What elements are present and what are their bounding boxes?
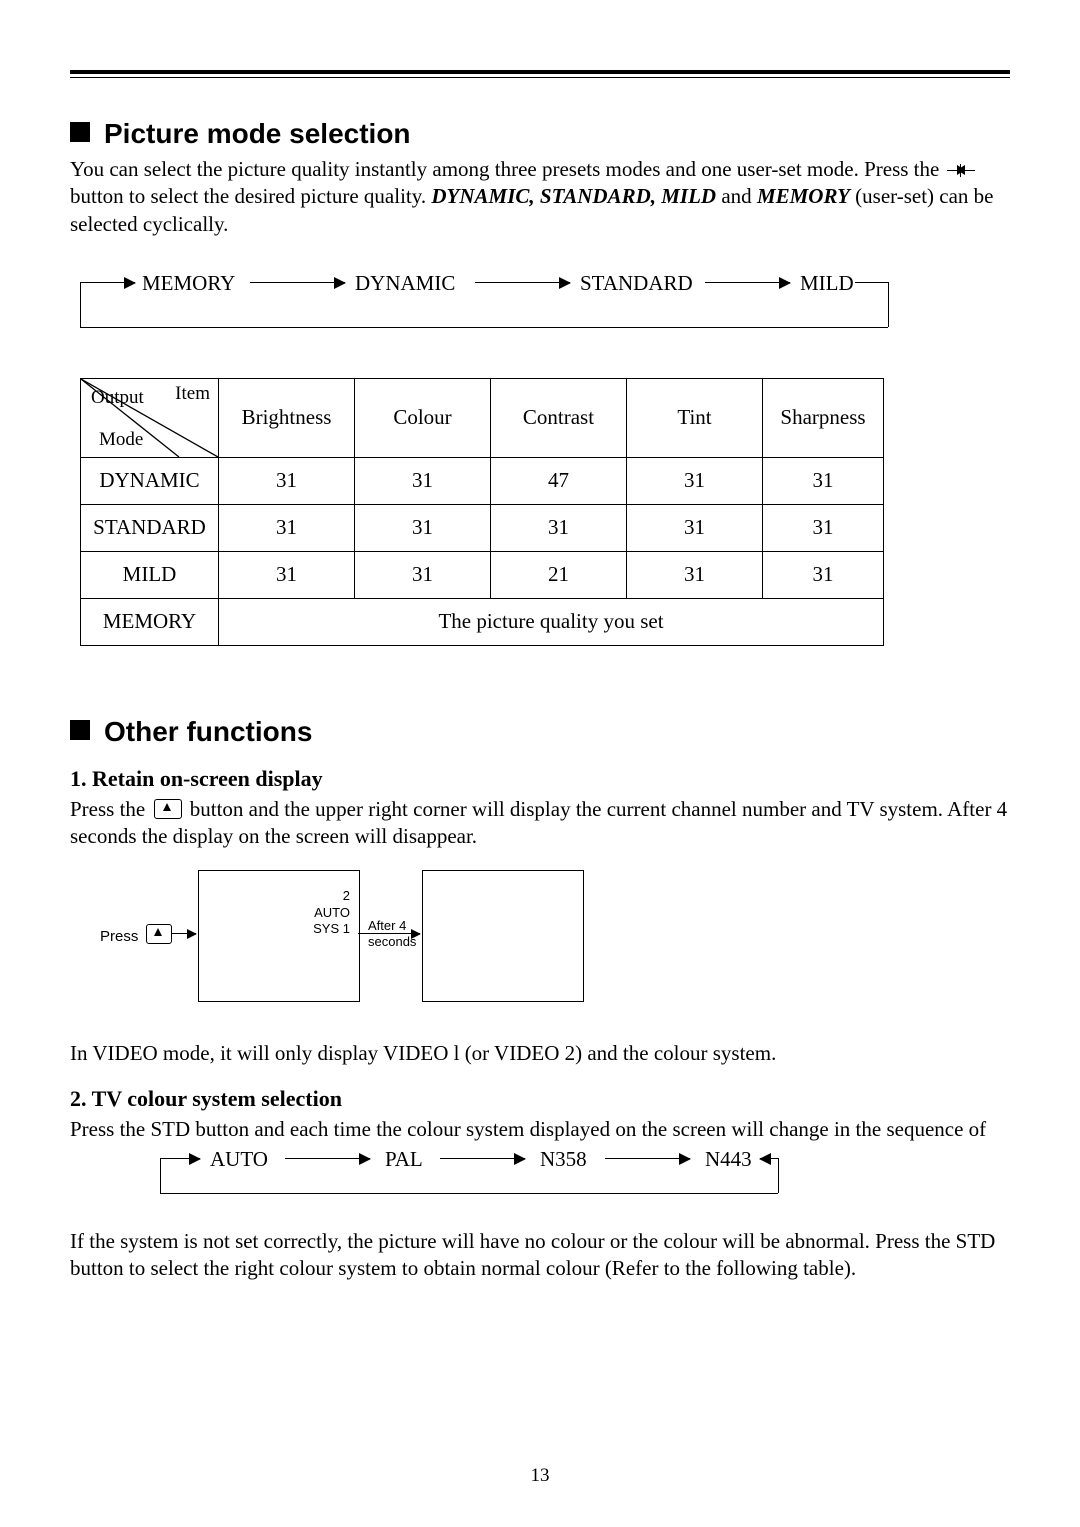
press-label: Press [100, 928, 138, 945]
table-row: STANDARD 31 31 31 31 31 [81, 504, 884, 551]
cycle-line [160, 1158, 161, 1193]
tv-screen-box [422, 870, 584, 1002]
retain-osd-paragraph: Press the button and the upper right cor… [70, 796, 1010, 851]
col-contrast: Contrast [491, 378, 627, 457]
intro-paragraph: You can select the picture quality insta… [70, 156, 1010, 238]
colour-system-note: If the system is not set correctly, the … [70, 1228, 1010, 1283]
cell: 21 [491, 551, 627, 598]
diag-item: Item [175, 383, 210, 405]
section-title-other-functions: Other functions [70, 716, 1010, 748]
intro-a: You can select the picture quality insta… [70, 157, 939, 181]
arrow-icon [358, 933, 420, 934]
arrow-icon [172, 933, 196, 934]
manual-page: Picture mode selection You can select th… [0, 0, 1080, 1527]
cycle-n358: N358 [540, 1147, 587, 1172]
osd-illustration: Press 2 AUTO SYS 1 After 4 seconds [100, 870, 1010, 1010]
diag-output: Output [91, 387, 144, 409]
cycle-dynamic: DYNAMIC [355, 271, 455, 296]
cell: 31 [627, 551, 763, 598]
section-title-picture-mode: Picture mode selection [70, 118, 1010, 150]
cell: 31 [763, 457, 884, 504]
col-tint: Tint [627, 378, 763, 457]
cycle-line [855, 282, 888, 283]
osd-line: SYS 1 [298, 921, 350, 937]
cell: 31 [355, 504, 491, 551]
memory-word: MEMORY [757, 184, 850, 208]
cycle-line [888, 282, 889, 327]
p1a: Press the [70, 797, 151, 821]
square-bullet-icon [70, 122, 90, 142]
arrow-icon [605, 1158, 690, 1159]
arrow-icon [475, 282, 570, 283]
sub-colour-system: 2. TV colour system selection [70, 1086, 1010, 1112]
heading-text: Other functions [104, 716, 312, 747]
arrow-icon [440, 1158, 525, 1159]
row-name: STANDARD [81, 504, 219, 551]
picture-mode-cycle-diagram: MEMORY DYNAMIC STANDARD MILD [80, 268, 890, 338]
table-row: DYNAMIC 31 31 47 31 31 [81, 457, 884, 504]
cycle-line [80, 327, 888, 328]
col-colour: Colour [355, 378, 491, 457]
display-button-icon [154, 799, 182, 819]
sub-retain-osd: 1. Retain on-screen display [70, 766, 1010, 792]
row-name: MILD [81, 551, 219, 598]
cycle-standard: STANDARD [580, 271, 693, 296]
square-bullet-icon [70, 720, 90, 740]
row-name: MEMORY [81, 598, 219, 645]
intro-b: button to select the desired picture qua… [70, 184, 426, 208]
video-mode-note: In VIDEO mode, it will only display VIDE… [70, 1040, 1010, 1067]
cell: 31 [627, 457, 763, 504]
row-name: DYNAMIC [81, 457, 219, 504]
modes-list: DYNAMIC, STANDARD, MILD [431, 184, 716, 208]
cell: 31 [219, 457, 355, 504]
colour-system-cycle-diagram: AUTO PAL N358 N443 [160, 1147, 780, 1203]
cell: 31 [627, 504, 763, 551]
cycle-pal: PAL [385, 1147, 423, 1172]
page-number: 13 [0, 1465, 1080, 1487]
cell: 31 [219, 551, 355, 598]
osd-text: 2 AUTO SYS 1 [298, 888, 350, 937]
cell: 31 [763, 504, 884, 551]
diag-mode: Mode [99, 429, 143, 451]
arrow-icon [160, 1158, 200, 1159]
osd-line: AUTO [298, 905, 350, 921]
cycle-line [778, 1158, 779, 1193]
cycle-auto: AUTO [210, 1147, 268, 1172]
cycle-line [80, 282, 81, 327]
cycle-line [160, 1193, 778, 1194]
arrow-icon [760, 1158, 778, 1159]
memory-row-text: The picture quality you set [219, 598, 884, 645]
colour-system-paragraph: Press the STD button and each time the c… [70, 1116, 1010, 1143]
display-button-icon [146, 924, 172, 944]
heading-text: Picture mode selection [104, 118, 411, 149]
picture-mode-button-icon [947, 163, 975, 179]
top-rule [70, 70, 1010, 78]
cell: 31 [763, 551, 884, 598]
cell: 31 [219, 504, 355, 551]
intro-c: and [716, 184, 757, 208]
arrow-icon [250, 282, 345, 283]
cell: 31 [355, 551, 491, 598]
table-row: MILD 31 31 21 31 31 [81, 551, 884, 598]
table-row: MEMORY The picture quality you set [81, 598, 884, 645]
p1b: button and the upper right corner will d… [70, 797, 1007, 848]
col-brightness: Brightness [219, 378, 355, 457]
cycle-n443: N443 [705, 1147, 752, 1172]
cell: 31 [491, 504, 627, 551]
arrow-icon [80, 282, 135, 283]
cycle-mild: MILD [800, 271, 854, 296]
cycle-memory: MEMORY [142, 271, 235, 296]
cell: 31 [355, 457, 491, 504]
col-sharpness: Sharpness [763, 378, 884, 457]
cell: 47 [491, 457, 627, 504]
arrow-icon [705, 282, 790, 283]
osd-line: 2 [298, 888, 350, 904]
arrow-icon [285, 1158, 370, 1159]
picture-mode-table: Item Output Mode Brightness Colour Contr… [80, 378, 884, 646]
table-diag-header: Item Output Mode [81, 379, 218, 457]
